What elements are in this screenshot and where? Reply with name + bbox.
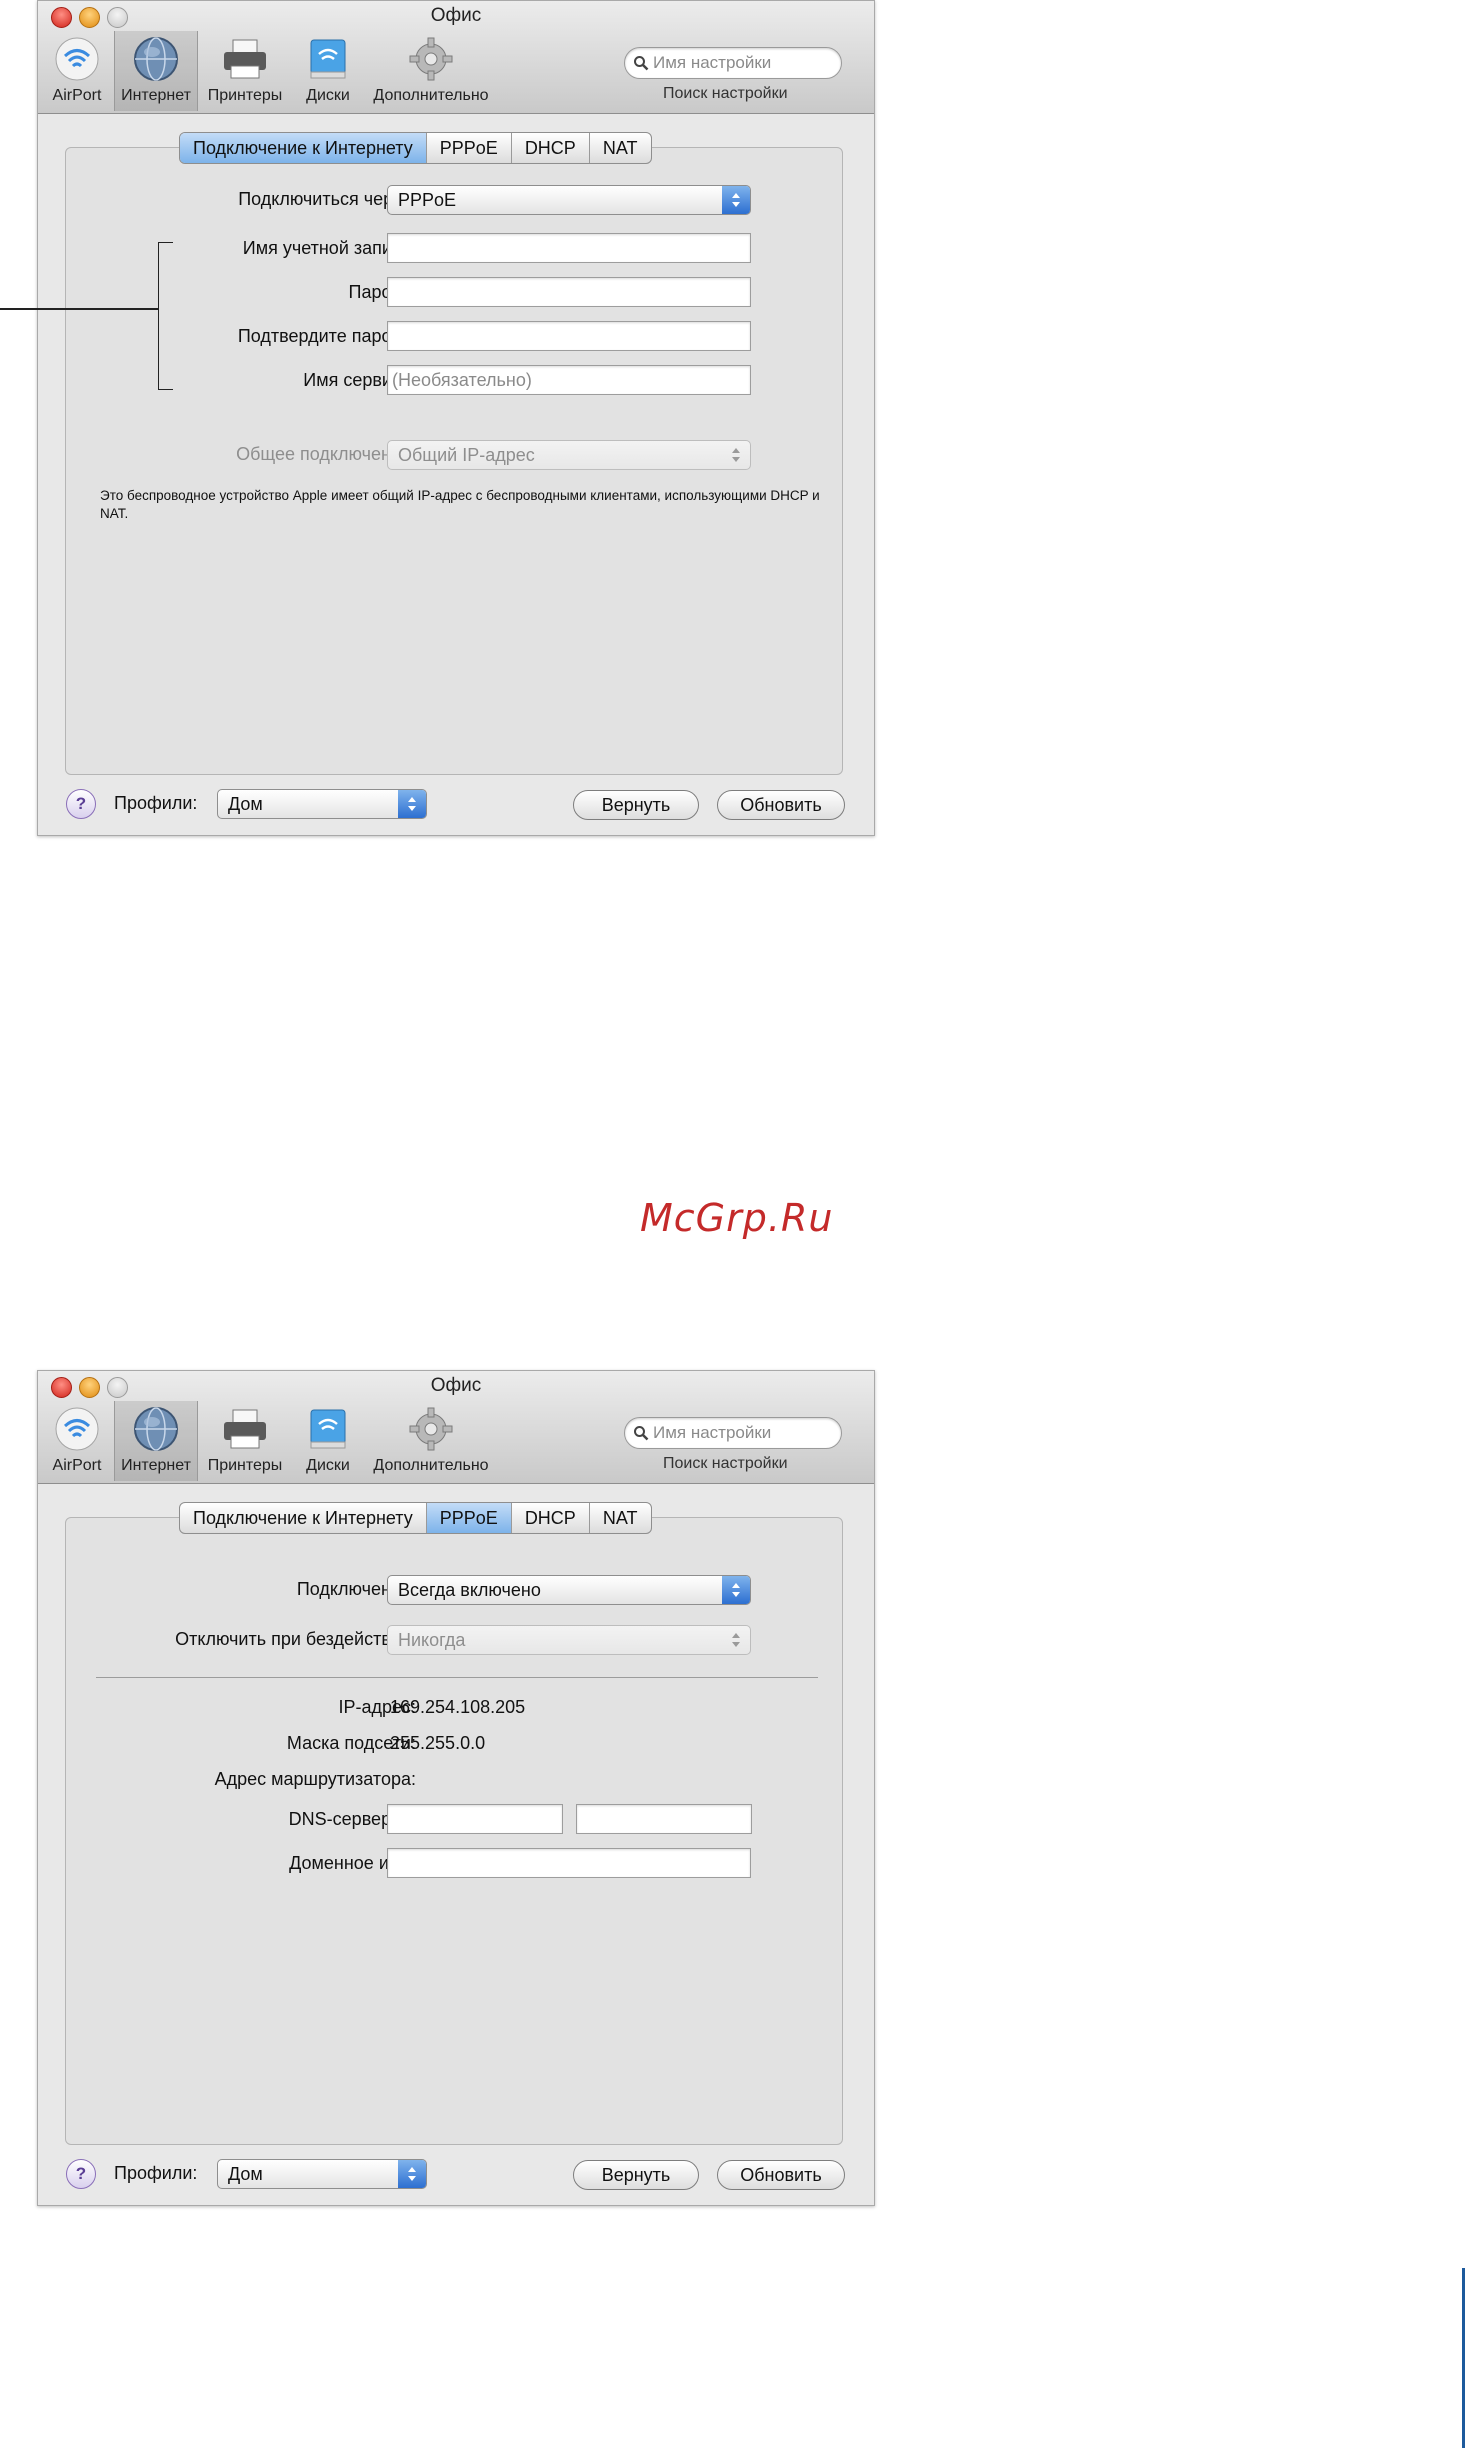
search-placeholder: Имя настройки (653, 53, 772, 72)
toolbar-airport[interactable]: AirPort (44, 33, 110, 105)
tab-bar: Подключение к Интернету PPPoE DHCP NAT (179, 132, 652, 164)
sharing-value: Общий IP-адрес (398, 445, 535, 465)
revert-button[interactable]: Вернуть (573, 2160, 699, 2190)
settings-window-internet: Офис AirPort Интернет Принтеры Диски Доп… (37, 0, 875, 836)
printer-icon (219, 33, 271, 85)
account-fields-bracket (158, 242, 173, 390)
tab-dhcp[interactable]: DHCP (512, 1503, 590, 1533)
dns-server-field-1[interactable] (387, 1804, 563, 1834)
gear-icon (405, 33, 457, 85)
profiles-label: Профили: (114, 793, 198, 813)
search-caption: Поиск настройки (663, 1455, 788, 1472)
toolbar-label: AirPort (52, 1457, 102, 1474)
title-bar: Офис AirPort Интернет Принтеры Диски Доп… (38, 1, 874, 114)
dns-server-field-2[interactable] (576, 1804, 752, 1834)
tab-pppoe[interactable]: PPPoE (427, 133, 512, 163)
toolbar-label: Интернет (121, 87, 191, 104)
connect-via-select[interactable]: PPPoE (387, 185, 751, 215)
toolbar-printers[interactable]: Принтеры (202, 1403, 288, 1475)
connect-via-value: PPPoE (398, 190, 457, 210)
airport-icon (51, 1403, 103, 1455)
tab-pppoe[interactable]: PPPoE (426, 1503, 512, 1533)
printer-icon (219, 1403, 271, 1455)
connection-value: Всегда включено (398, 1580, 541, 1600)
search-field[interactable]: Имя настройки (624, 47, 842, 79)
toolbar-disks[interactable]: Диски (300, 33, 356, 105)
subnet-mask-value: 255.255.0.0 (390, 1733, 486, 1753)
profile-value: Дом (228, 2164, 263, 2184)
search-field[interactable]: Имя настройки (624, 1417, 842, 1449)
confirm-password-field[interactable] (387, 321, 751, 351)
section-divider (96, 1677, 818, 1678)
password-field[interactable] (387, 277, 751, 307)
profiles-label: Профили: (114, 2163, 198, 2183)
service-name-field[interactable]: (Необязательно) (387, 365, 751, 395)
toolbar-label: Диски (306, 87, 350, 104)
gear-icon (405, 1403, 457, 1455)
update-button[interactable]: Обновить (717, 790, 845, 820)
toolbar-internet[interactable]: Интернет (114, 31, 198, 111)
account-name-field[interactable] (387, 233, 751, 263)
update-button[interactable]: Обновить (717, 2160, 845, 2190)
sharing-note: Это беспроводное устройство Apple имеет … (100, 488, 820, 521)
page-edge-bar (1462, 2268, 1465, 2448)
disk-icon (302, 1403, 354, 1455)
help-button[interactable]: ? (66, 789, 96, 819)
title-bar: Офис AirPort Интернет Принтеры Диски Доп… (38, 1371, 874, 1484)
disconnect-idle-label: Отключить при бездействии: (175, 1629, 416, 1649)
tab-nat[interactable]: NAT (590, 133, 651, 163)
globe-icon (130, 1403, 182, 1455)
window-title: Офис (430, 1375, 482, 1396)
tab-bar: Подключение к Интернету PPPoE DHCP NAT (179, 1502, 652, 1534)
disconnect-idle-select: Никогда (387, 1625, 751, 1655)
toolbar-internet[interactable]: Интернет (114, 1401, 198, 1481)
globe-icon (130, 33, 182, 85)
toolbar-label: Принтеры (207, 87, 283, 104)
chevron-updown-icon (722, 1626, 750, 1654)
chevron-updown-icon (398, 790, 426, 818)
toolbar-label: Принтеры (207, 1457, 283, 1474)
toolbar-advanced[interactable]: Дополнительно (364, 1403, 498, 1475)
revert-button[interactable]: Вернуть (573, 790, 699, 820)
profile-value: Дом (228, 794, 263, 814)
profile-select[interactable]: Дом (217, 2159, 427, 2189)
search-caption: Поиск настройки (663, 85, 788, 102)
router-address-label: Адрес маршрутизатора: (214, 1769, 416, 1789)
toolbar-advanced[interactable]: Дополнительно (364, 33, 498, 105)
toolbar-printers[interactable]: Принтеры (202, 33, 288, 105)
search-icon (633, 1425, 649, 1441)
toolbar-disks[interactable]: Диски (300, 1403, 356, 1475)
callout-leader-line (0, 308, 158, 310)
tab-nat[interactable]: NAT (590, 1503, 651, 1533)
profile-select[interactable]: Дом (217, 789, 427, 819)
toolbar-label: Интернет (121, 1457, 191, 1474)
airport-icon (51, 33, 103, 85)
window-title: Офис (430, 5, 482, 26)
chevron-updown-icon (722, 441, 750, 469)
chevron-updown-icon (722, 1576, 750, 1604)
tab-internet-connection[interactable]: Подключение к Интернету (180, 133, 427, 163)
watermark: McGrp.Ru (640, 1196, 834, 1240)
domain-name-field[interactable] (387, 1848, 751, 1878)
ip-address-value: 169.254.108.205 (390, 1697, 526, 1717)
toolbar-airport[interactable]: AirPort (44, 1403, 110, 1475)
search-placeholder: Имя настройки (653, 1423, 772, 1442)
connection-select[interactable]: Всегда включено (387, 1575, 751, 1605)
toolbar-label: Дополнительно (373, 87, 489, 104)
search-icon (633, 55, 649, 71)
settings-window-pppoe: Офис AirPort Интернет Принтеры Диски Доп… (37, 1370, 875, 2206)
tab-dhcp[interactable]: DHCP (512, 133, 590, 163)
disconnect-idle-value: Никогда (398, 1630, 466, 1650)
disk-icon (302, 33, 354, 85)
toolbar-label: Диски (306, 1457, 350, 1474)
chevron-updown-icon (722, 186, 750, 214)
help-button[interactable]: ? (66, 2159, 96, 2189)
chevron-updown-icon (398, 2160, 426, 2188)
tab-internet-connection[interactable]: Подключение к Интернету (180, 1503, 427, 1533)
toolbar-label: Дополнительно (373, 1457, 489, 1474)
sharing-select: Общий IP-адрес (387, 440, 751, 470)
toolbar-label: AirPort (52, 87, 102, 104)
